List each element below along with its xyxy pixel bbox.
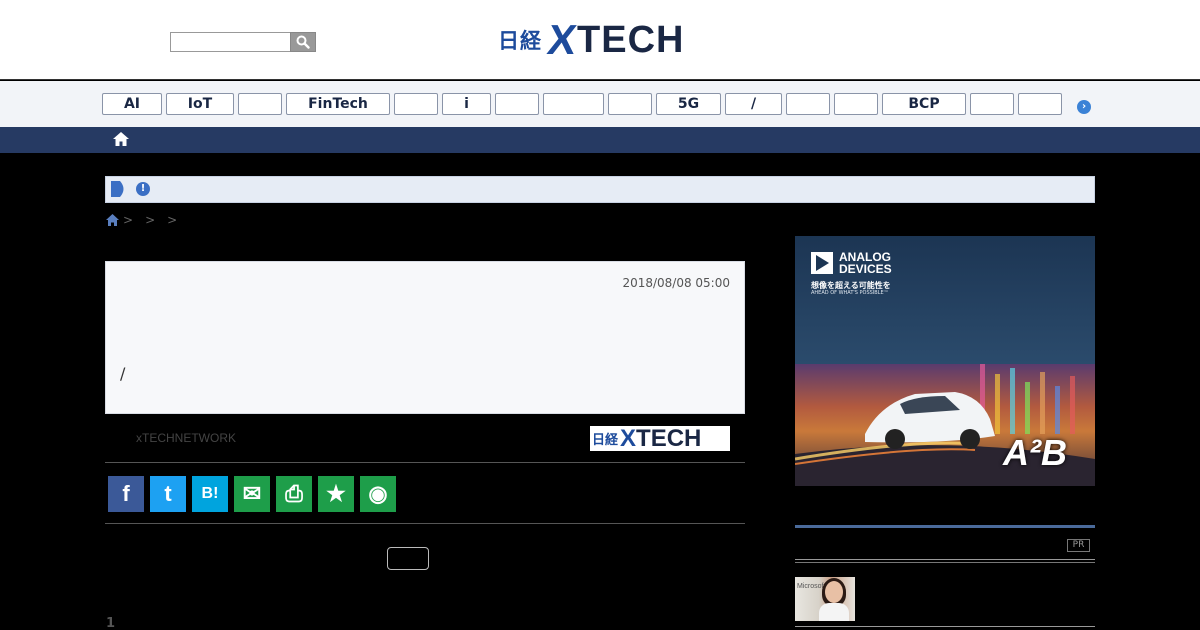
facebook-share-button[interactable]: f <box>108 476 144 512</box>
logo-x: X <box>544 16 581 63</box>
main-nav-bar <box>0 127 1200 153</box>
search-button[interactable] <box>290 32 316 52</box>
sidebar-ad-banner[interactable]: ANALOG DEVICES 想像を超える可能性を AHEAD OF WHAT'… <box>795 236 1095 486</box>
watch-share-button[interactable]: ◉ <box>360 476 396 512</box>
hatena-icon: B! <box>201 485 219 502</box>
search-form <box>170 32 316 52</box>
mail-share-button[interactable]: ✉ <box>234 476 270 512</box>
pr-badge: PR <box>1067 539 1090 552</box>
ad-product-mark: A²B <box>1003 432 1067 473</box>
breadcrumb-separator: > <box>123 213 134 227</box>
topic-tag[interactable] <box>786 93 830 115</box>
search-input[interactable] <box>170 32 290 52</box>
ad-brand: ANALOG DEVICES <box>839 251 892 275</box>
breadcrumb-home-icon[interactable] <box>105 213 120 227</box>
thumbnail-face <box>825 581 843 603</box>
author-logo-text: TECH <box>636 424 702 452</box>
breadcrumb: > > > <box>105 212 183 228</box>
facebook-icon: f <box>122 481 130 506</box>
author-row: xTECHNETWORK 日経 XTECH <box>105 415 745 463</box>
notice-bar <box>105 176 1095 203</box>
twitter-share-button[interactable]: t <box>150 476 186 512</box>
breadcrumb-separator: > <box>145 213 156 227</box>
share-bar: f t B! ✉ ⎙ ★ ◉ <box>105 463 745 524</box>
print-icon: ⎙ <box>285 481 303 506</box>
author-logo-wordmark: XTECH <box>620 425 701 453</box>
sidebar-section-divider <box>795 525 1095 528</box>
topic-tag[interactable]: AI <box>102 93 162 115</box>
print-share-button[interactable]: ⎙ <box>276 476 312 512</box>
topic-tag[interactable] <box>238 93 282 115</box>
topic-tag[interactable] <box>1018 93 1062 115</box>
topic-tag[interactable] <box>608 93 652 115</box>
search-icon <box>296 35 310 49</box>
tags-next-button[interactable]: › <box>1077 100 1091 114</box>
topic-tag[interactable] <box>834 93 878 115</box>
author-logo-x: X <box>620 424 637 452</box>
topic-tag[interactable]: i <box>442 93 491 115</box>
twitter-icon: t <box>164 481 172 506</box>
more-button[interactable] <box>387 547 429 570</box>
sidebar-divider <box>795 626 1095 627</box>
topic-tag[interactable]: 5G <box>656 93 721 115</box>
author-name[interactable]: xTECHNETWORK <box>136 431 236 445</box>
topic-tag[interactable] <box>970 93 1014 115</box>
topic-tag[interactable] <box>543 93 604 115</box>
ad-tagline-en: AHEAD OF WHAT'S POSSIBLE™ <box>811 290 889 296</box>
author-logo[interactable]: 日経 XTECH <box>590 425 730 453</box>
logo-prefix: 日経 <box>498 29 542 53</box>
logo-text: TECH <box>577 18 685 61</box>
home-icon[interactable] <box>112 130 130 148</box>
mail-icon: ✉ <box>242 481 262 506</box>
topic-tag[interactable] <box>495 93 539 115</box>
ad-brand-line2: DEVICES <box>839 262 892 276</box>
breadcrumb-separator: > <box>167 213 178 227</box>
site-logo[interactable]: 日経 X TECH <box>498 16 685 64</box>
article-title: / <box>120 364 126 383</box>
page-number: 1 <box>106 616 116 630</box>
article-header-card: 2018/08/08 05:00 / <box>105 261 745 414</box>
topic-tag[interactable]: FinTech <box>286 93 390 115</box>
bookmark-share-button[interactable]: ★ <box>318 476 354 512</box>
topic-tag[interactable]: BCP <box>882 93 966 115</box>
sidebar-divider <box>795 562 1095 563</box>
thumbnail-body <box>819 603 849 621</box>
sidebar-article-thumbnail[interactable]: Microsoft <box>795 577 855 621</box>
analog-devices-logo-icon <box>811 252 833 274</box>
info-icon: ! <box>136 182 150 196</box>
topic-tag[interactable]: / <box>725 93 782 115</box>
watch-icon: ◉ <box>368 481 388 506</box>
author-logo-prefix: 日経 <box>592 433 619 448</box>
sidebar-divider <box>795 559 1095 560</box>
play-icon <box>111 181 124 197</box>
hatena-share-button[interactable]: B! <box>192 476 228 512</box>
bookmark-icon: ★ <box>326 481 346 506</box>
article-date: 2018/08/08 05:00 <box>622 276 730 290</box>
topic-tag[interactable] <box>394 93 438 115</box>
topic-tag[interactable]: IoT <box>166 93 234 115</box>
logo-wordmark: X TECH <box>544 16 685 64</box>
